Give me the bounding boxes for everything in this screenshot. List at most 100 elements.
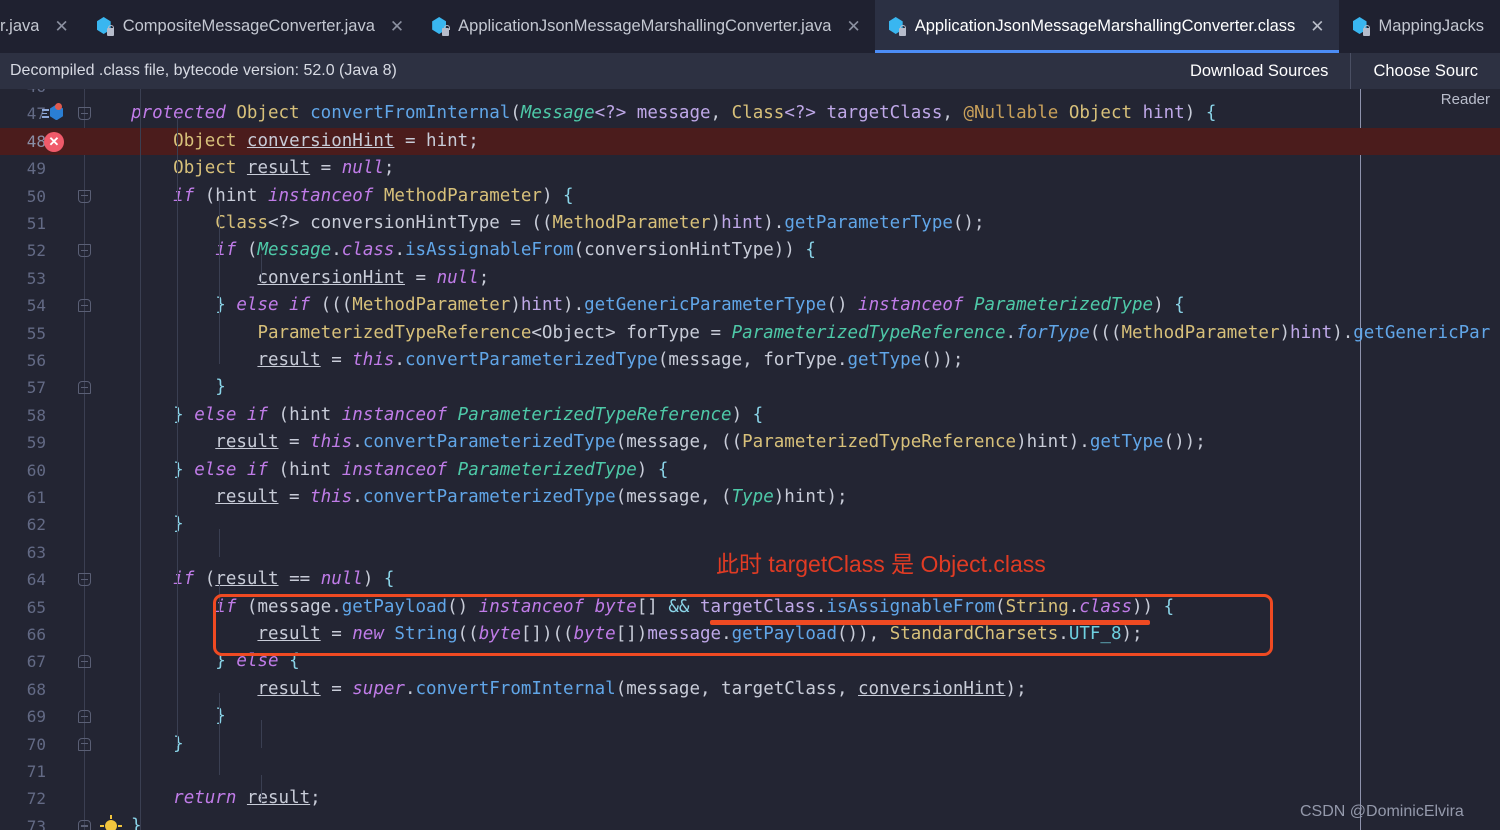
- fold-marker-icon[interactable]: [78, 244, 91, 258]
- code-line[interactable]: 69 }: [0, 703, 1500, 730]
- download-sources-button[interactable]: Download Sources: [1168, 53, 1351, 89]
- ide-window: r.java ✕ CompositeMessageConverter.java ✕ Ap…: [0, 0, 1500, 830]
- code-line[interactable]: 46: [0, 89, 1500, 100]
- line-number: 70: [26, 734, 46, 754]
- fold-marker-icon[interactable]: [78, 819, 91, 830]
- line-number: 59: [26, 433, 46, 453]
- editor-tab-0[interactable]: r.java ✕: [0, 0, 83, 53]
- code-line[interactable]: 66 result = new String((byte[])((byte[])…: [0, 621, 1500, 648]
- line-number: 67: [26, 652, 46, 672]
- line-number: 52: [26, 241, 46, 261]
- editor-tab-3[interactable]: ApplicationJsonMessageMarshallingConvert…: [874, 0, 1339, 53]
- line-number: 65: [26, 597, 46, 617]
- line-number: 71: [26, 762, 46, 781]
- code-text: if (message.getPayload() instanceof byte…: [215, 596, 1175, 617]
- code-line[interactable]: 54 } else if (((MethodParameter)hint).ge…: [0, 292, 1500, 319]
- code-line[interactable]: 52 if (Message.class.isAssignableFrom(co…: [0, 237, 1500, 264]
- code-text: result = this.convertParameterizedType(m…: [257, 350, 964, 370]
- editor-tab-2[interactable]: ApplicationJsonMessageMarshallingConvert…: [418, 0, 875, 53]
- code-text: Object conversionHint = hint;: [173, 130, 479, 151]
- close-icon[interactable]: ✕: [390, 18, 404, 35]
- code-text: result = super.convertFromInternal(messa…: [257, 678, 1027, 699]
- code-text: }: [173, 514, 184, 535]
- line-number: 58: [26, 405, 46, 425]
- csdn-watermark: CSDN @DominicElvira: [1300, 803, 1464, 820]
- line-number: 64: [26, 570, 46, 590]
- line-number: 61: [26, 488, 46, 507]
- code-line[interactable]: 68 result = super.convertFromInternal(me…: [0, 676, 1500, 703]
- code-text: } else if (((MethodParameter)hint).getGe…: [215, 295, 1185, 316]
- choose-sources-button[interactable]: Choose Sourc: [1351, 53, 1500, 89]
- code-text: result = this.convertParameterizedType(m…: [215, 487, 848, 507]
- fold-marker-icon[interactable]: [78, 710, 91, 724]
- indent-guide: [261, 254, 262, 282]
- override-method-icon[interactable]: [42, 103, 64, 124]
- editor-tab-4[interactable]: MappingJacks: [1338, 0, 1499, 53]
- code-text: ParameterizedTypeReference<Object> forTy…: [257, 322, 1491, 343]
- close-icon[interactable]: ✕: [846, 18, 860, 35]
- code-editor[interactable]: Reader 4647protected Object convertFromI…: [0, 89, 1500, 830]
- close-icon[interactable]: ✕: [1310, 18, 1324, 35]
- editor-tab-label: r.java: [0, 17, 40, 35]
- line-number: 60: [26, 460, 46, 480]
- code-line[interactable]: 73}: [0, 813, 1500, 830]
- code-line[interactable]: 48 Object conversionHint = hint; ✕: [0, 127, 1500, 156]
- code-line[interactable]: 65 if (message.getPayload() instanceof b…: [0, 594, 1500, 621]
- fold-marker-icon[interactable]: [78, 381, 91, 395]
- code-text: } else {: [215, 651, 300, 672]
- code-text: }: [173, 733, 184, 754]
- code-line[interactable]: 56 result = this.convertParameterizedTyp…: [0, 347, 1500, 374]
- indent-guide: [219, 693, 220, 775]
- indent-guide: [261, 720, 262, 748]
- code-content[interactable]: 46 47 protected Object convertFromInternal…: [0, 89, 1500, 830]
- code-line[interactable]: 70 }: [0, 731, 1500, 758]
- line-number: 46: [0, 89, 46, 100]
- fold-marker-icon[interactable]: [78, 299, 91, 313]
- editor-tab-bar: r.java ✕ CompositeMessageConverter.java ✕ Ap…: [0, 0, 1500, 53]
- editor-tab-1[interactable]: CompositeMessageConverter.java ✕: [82, 0, 419, 53]
- chinese-annotation-note: 此时 targetClass 是 Object.class: [716, 551, 1046, 577]
- line-number: 72: [26, 789, 46, 809]
- code-text: } else if (hint instanceof Parameterized…: [173, 459, 669, 480]
- decompiled-notification-text: Decompiled .class file, bytecode version…: [10, 62, 397, 79]
- code-line[interactable]: 49 Object result = null;: [0, 155, 1500, 182]
- fold-marker-icon[interactable]: [78, 107, 91, 121]
- line-number: 47: [26, 104, 46, 124]
- error-icon[interactable]: ✕: [44, 131, 64, 152]
- editor-tab-label: MappingJacks: [1378, 17, 1485, 35]
- fold-marker-icon[interactable]: [78, 737, 91, 751]
- notification-actions: Download Sources Choose Sourc: [1168, 53, 1500, 89]
- code-text: } else if (hint instanceof Parameterized…: [173, 404, 764, 425]
- code-line[interactable]: 59 result = this.convertParameterizedTyp…: [0, 429, 1500, 456]
- code-text: protected Object convertFromInternal(Mes…: [131, 103, 1217, 124]
- intention-bulb-icon[interactable]: [100, 814, 122, 830]
- code-line[interactable]: 57 }: [0, 374, 1500, 401]
- line-number: 49: [26, 159, 46, 179]
- code-line[interactable]: 67 } else {: [0, 648, 1500, 675]
- line-number: 62: [26, 515, 46, 535]
- close-icon[interactable]: ✕: [54, 18, 68, 35]
- code-line[interactable]: 60 } else if (hint instanceof Parameteri…: [0, 457, 1500, 484]
- fold-marker-icon[interactable]: [78, 655, 91, 669]
- code-line[interactable]: 55 ParameterizedTypeReference<Object> fo…: [0, 320, 1500, 347]
- code-text: return result;: [173, 788, 321, 809]
- code-line[interactable]: 53 conversionHint = null;: [0, 265, 1500, 292]
- code-text: result = new String((byte[])((byte[])mes…: [257, 624, 1143, 644]
- code-line[interactable]: 61 result = this.convertParameterizedTyp…: [0, 484, 1500, 511]
- code-line[interactable]: 50 if (hint instanceof MethodParameter) …: [0, 183, 1500, 210]
- code-line[interactable]: 71: [0, 758, 1500, 785]
- code-line[interactable]: 62 }: [0, 511, 1500, 538]
- line-number: 56: [26, 351, 46, 370]
- indent-guide: [219, 199, 220, 364]
- line-number: 51: [26, 214, 46, 233]
- code-line[interactable]: 58 } else if (hint instanceof Parameteri…: [0, 402, 1500, 429]
- code-line[interactable]: 51 Class<?> conversionHintType = ((Metho…: [0, 210, 1500, 237]
- code-line[interactable]: 72 return result;: [0, 785, 1500, 812]
- code-line[interactable]: 47 protected Object convertFromInternal(M…: [0, 100, 1500, 127]
- fold-marker-icon[interactable]: [78, 189, 91, 203]
- line-number: 54: [26, 296, 46, 316]
- line-number: 50: [26, 186, 46, 206]
- underline-annotation: [710, 620, 1150, 625]
- fold-marker-icon[interactable]: [78, 573, 91, 587]
- indent-guide: [219, 529, 220, 557]
